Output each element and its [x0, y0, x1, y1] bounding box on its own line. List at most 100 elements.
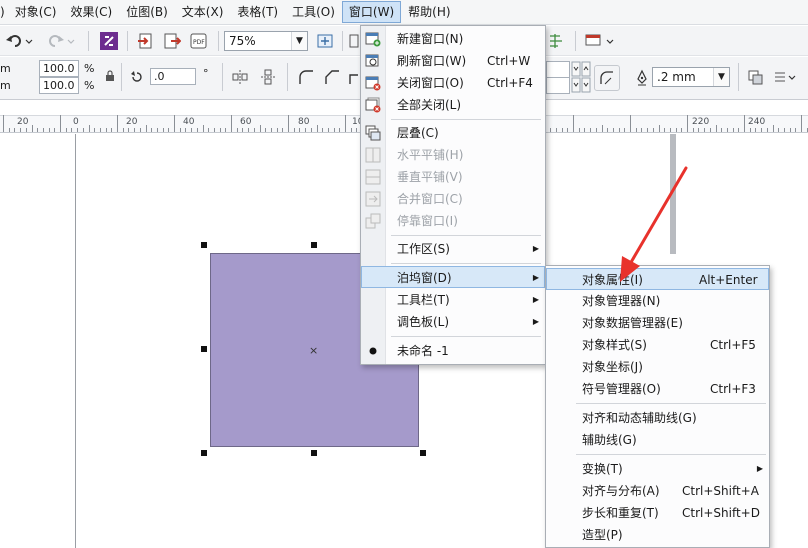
- selection-handle-br[interactable]: [420, 450, 426, 456]
- menu-text[interactable]: 文本(X): [175, 1, 231, 23]
- zoom-level-select[interactable]: 75% ▼: [224, 31, 308, 51]
- menu-item-cascade[interactable]: 层叠(C): [361, 122, 545, 144]
- launcher-icon: [585, 34, 614, 46]
- order-button[interactable]: [745, 67, 767, 89]
- menu-item-refresh-window[interactable]: 刷新窗口(W) Ctrl+W: [361, 50, 545, 72]
- menu-object[interactable]: 对象(C): [8, 1, 64, 23]
- bullet-icon: [369, 347, 377, 355]
- selection-handle-top[interactable]: [311, 242, 317, 248]
- undo-button[interactable]: [4, 31, 34, 51]
- import-button[interactable]: [136, 31, 156, 51]
- redo-icon: [49, 35, 75, 47]
- submenu-item-symbol-manager[interactable]: 符号管理器(O) Ctrl+F3: [546, 378, 769, 400]
- menu-item-close-all[interactable]: 全部关闭(L): [361, 94, 545, 116]
- corner-option-button[interactable]: [346, 65, 360, 89]
- ruler-tick: [37, 128, 39, 132]
- ruler-tick: [134, 128, 136, 132]
- menu-table[interactable]: 表格(T): [230, 1, 285, 23]
- ruler-tick: [795, 128, 797, 132]
- ruler-label: 80: [298, 117, 310, 127]
- ruler-tick: [236, 128, 238, 132]
- launcher-button[interactable]: [582, 31, 616, 51]
- menu-divider: [391, 119, 541, 120]
- submenu-item-object-manager[interactable]: 对象管理器(N): [546, 290, 769, 312]
- ruler-tick: [333, 128, 335, 132]
- combine-windows-icon: [365, 191, 381, 207]
- rotation-center-marker[interactable]: ×: [309, 344, 318, 357]
- radius-spinners[interactable]: [571, 61, 591, 95]
- ruler-tick: [20, 128, 22, 132]
- close-window-icon: [365, 76, 381, 91]
- round-corner-button[interactable]: [294, 65, 318, 89]
- corner-radius-field-1[interactable]: [546, 61, 570, 78]
- menu-item-color-palettes[interactable]: 调色板(L) ▶: [361, 311, 545, 333]
- ruler-tick: [111, 128, 113, 132]
- lock-ratio-button[interactable]: [103, 69, 117, 83]
- menu-item-close-window[interactable]: 关闭窗口(O) Ctrl+F4: [361, 72, 545, 94]
- ruler-tick: [721, 128, 723, 132]
- ruler-tick: [555, 128, 557, 132]
- ruler-tick: [749, 128, 751, 132]
- ruler-tick: [151, 128, 153, 132]
- submenu-item-object-styles[interactable]: 对象样式(S) Ctrl+F5: [546, 334, 769, 356]
- ruler-tick: [801, 115, 802, 132]
- corner-radius-field-2[interactable]: [546, 77, 570, 94]
- ruler-tick: [709, 128, 711, 132]
- mirror-horizontal-button[interactable]: [230, 67, 250, 87]
- submenu-item-object-data-manager[interactable]: 对象数据管理器(E): [546, 312, 769, 334]
- selection-handle-bottom[interactable]: [311, 450, 317, 456]
- ruler-tick: [231, 115, 232, 132]
- menu-item-dockers[interactable]: 泊坞窗(D) ▶: [361, 266, 545, 288]
- submenu-item-object-coordinates[interactable]: 对象坐标(J): [546, 356, 769, 378]
- submenu-item-align-distribute[interactable]: 对齐与分布(A) Ctrl+Shift+A: [546, 480, 769, 502]
- outline-width-select[interactable]: .2 mm ▼: [652, 67, 730, 87]
- selection-handle-bl[interactable]: [201, 450, 207, 456]
- ruler-tick: [595, 128, 597, 132]
- pdf-icon: PDF: [190, 33, 207, 49]
- selection-handle-left[interactable]: [201, 346, 207, 352]
- publish-pdf-button[interactable]: PDF: [188, 31, 210, 51]
- ruler-tick: [652, 128, 654, 132]
- ruler-tick: [658, 125, 660, 132]
- submenu-item-alignment-guides[interactable]: 对齐和动态辅助线(G): [546, 407, 769, 429]
- menu-window[interactable]: 窗口(W): [341, 1, 402, 23]
- ruler-tick: [77, 128, 79, 132]
- menu-item-new-window[interactable]: 新建窗口(N): [361, 28, 545, 50]
- corel-connect-button[interactable]: [98, 30, 120, 52]
- menu-tools[interactable]: 工具(O): [285, 1, 342, 23]
- submenu-item-guidelines[interactable]: 辅助线(G): [546, 429, 769, 451]
- submenu-item-step-repeat[interactable]: 步长和重复(T) Ctrl+Shift+D: [546, 502, 769, 524]
- scale-x-field[interactable]: 100.0: [39, 60, 79, 77]
- submenu-arrow-icon: ▶: [532, 244, 539, 253]
- export-button[interactable]: [162, 31, 182, 51]
- snap-button[interactable]: [348, 31, 360, 51]
- menu-effects[interactable]: 效果(C): [63, 1, 119, 23]
- page-border-left: [75, 134, 76, 548]
- ruler-tick: [99, 128, 101, 132]
- height-unit: m: [0, 79, 11, 92]
- menu-partial[interactable]: ): [0, 1, 8, 23]
- rotation-angle-field[interactable]: .0: [150, 68, 196, 85]
- scale-y-field[interactable]: 100.0: [39, 77, 79, 94]
- full-screen-preview-button[interactable]: [314, 31, 336, 51]
- menu-item-dock-windows: 停靠窗口(I): [361, 210, 545, 232]
- ruler-tick: [145, 125, 147, 132]
- scale-corners-button[interactable]: [594, 65, 620, 91]
- menu-item-toolbars[interactable]: 工具栏(T) ▶: [361, 289, 545, 311]
- ruler-tick: [299, 128, 301, 132]
- menu-item-workspace[interactable]: 工作区(S) ▶: [361, 238, 545, 260]
- menu-item-document-untitled[interactable]: 未命名 -1: [361, 340, 545, 362]
- chamfer-corner-button[interactable]: [320, 65, 344, 89]
- selection-handle-tl[interactable]: [201, 242, 207, 248]
- submenu-item-shaping[interactable]: 造型(P): [546, 524, 769, 546]
- redo-button[interactable]: [46, 31, 76, 51]
- menu-help[interactable]: 帮助(H): [401, 1, 457, 23]
- ruler-tick: [191, 128, 193, 132]
- submenu-item-transformations[interactable]: 变换(T) ▶: [546, 458, 769, 480]
- menu-bitmaps[interactable]: 位图(B): [119, 1, 175, 23]
- lock-icon: [106, 70, 114, 81]
- wrap-text-button[interactable]: [772, 67, 798, 89]
- coreldraw-window: ) 对象(C) 效果(C) 位图(B) 文本(X) 表格(T) 工具(O) 窗口…: [0, 0, 808, 548]
- alignment-guides-button[interactable]: [545, 31, 567, 51]
- mirror-vertical-button[interactable]: [258, 67, 278, 87]
